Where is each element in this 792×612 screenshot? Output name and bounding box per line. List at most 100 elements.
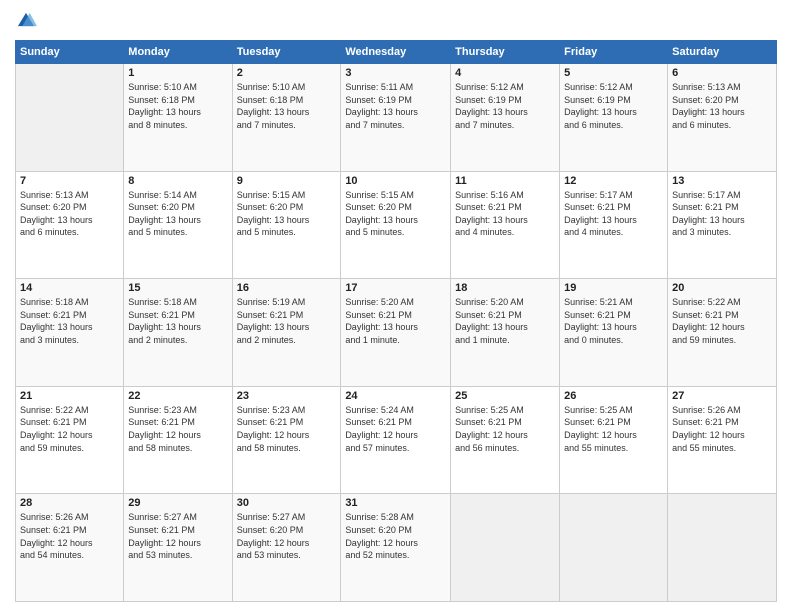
cell-content: Sunrise: 5:10 AM Sunset: 6:18 PM Dayligh… (237, 81, 337, 131)
calendar-cell: 1Sunrise: 5:10 AM Sunset: 6:18 PM Daylig… (124, 64, 232, 172)
cell-content: Sunrise: 5:27 AM Sunset: 6:21 PM Dayligh… (128, 511, 227, 561)
weekday-tuesday: Tuesday (232, 41, 341, 64)
calendar-cell: 28 Sunrise: 5:26 AM Sunset: 6:21 PM Dayli… (16, 494, 124, 602)
calendar-cell (451, 494, 560, 602)
cell-content: Sunrise: 5:18 AM Sunset: 6:21 PM Dayligh… (128, 296, 227, 346)
calendar-cell: 21Sunrise: 5:22 AM Sunset: 6:21 PM Dayli… (16, 386, 124, 494)
day-number: 22 (128, 390, 227, 402)
cell-content: Sunrise: 5:15 AM Sunset: 6:20 PM Dayligh… (237, 189, 337, 239)
calendar-cell: 19 Sunrise: 5:21 AM Sunset: 6:21 PM Dayli… (560, 279, 668, 387)
cell-content: Sunrise: 5:26 AM Sunset: 6:21 PM Dayligh… (20, 511, 119, 561)
weekday-header-row: SundayMondayTuesdayWednesdayThursdayFrid… (16, 41, 777, 64)
cell-content: Sunrise: 5:26 AM Sunset: 6:21 PM Dayligh… (672, 404, 772, 454)
calendar-cell: 17 Sunrise: 5:20 AM Sunset: 6:21 PM Dayli… (341, 279, 451, 387)
calendar-cell: 13 Sunrise: 5:17 AM Sunset: 6:21 PM Dayli… (668, 171, 777, 279)
day-number: 13 (672, 175, 772, 187)
cell-content: Sunrise: 5:17 AM Sunset: 6:21 PM Dayligh… (672, 189, 772, 239)
calendar-cell: 6 Sunrise: 5:13 AM Sunset: 6:20 PM Daylig… (668, 64, 777, 172)
day-number: 11 (455, 175, 555, 187)
calendar-cell: 4Sunrise: 5:12 AM Sunset: 6:19 PM Daylig… (451, 64, 560, 172)
day-number: 15 (128, 282, 227, 294)
day-number: 30 (237, 497, 337, 509)
calendar-cell (16, 64, 124, 172)
cell-content: Sunrise: 5:11 AM Sunset: 6:19 PM Dayligh… (345, 81, 446, 131)
logo (15, 10, 41, 32)
calendar-cell (668, 494, 777, 602)
calendar-cell: 26Sunrise: 5:25 AM Sunset: 6:21 PM Dayli… (560, 386, 668, 494)
calendar-cell (560, 494, 668, 602)
cell-content: Sunrise: 5:15 AM Sunset: 6:20 PM Dayligh… (345, 189, 446, 239)
calendar-cell: 16 Sunrise: 5:19 AM Sunset: 6:21 PM Dayli… (232, 279, 341, 387)
cell-content: Sunrise: 5:23 AM Sunset: 6:21 PM Dayligh… (128, 404, 227, 454)
day-number: 29 (128, 497, 227, 509)
calendar-cell: 25 Sunrise: 5:25 AM Sunset: 6:21 PM Dayli… (451, 386, 560, 494)
day-number: 17 (345, 282, 446, 294)
calendar-cell: 29 Sunrise: 5:27 AM Sunset: 6:21 PM Dayli… (124, 494, 232, 602)
day-number: 24 (345, 390, 446, 402)
cell-content: Sunrise: 5:16 AM Sunset: 6:21 PM Dayligh… (455, 189, 555, 239)
calendar-table: SundayMondayTuesdayWednesdayThursdayFrid… (15, 40, 777, 602)
day-number: 16 (237, 282, 337, 294)
page: SundayMondayTuesdayWednesdayThursdayFrid… (0, 0, 792, 612)
calendar-cell: 15 Sunrise: 5:18 AM Sunset: 6:21 PM Dayli… (124, 279, 232, 387)
day-number: 20 (672, 282, 772, 294)
calendar-cell: 10 Sunrise: 5:15 AM Sunset: 6:20 PM Dayli… (341, 171, 451, 279)
day-number: 25 (455, 390, 555, 402)
day-number: 31 (345, 497, 446, 509)
day-number: 18 (455, 282, 555, 294)
weekday-wednesday: Wednesday (341, 41, 451, 64)
cell-content: Sunrise: 5:17 AM Sunset: 6:21 PM Dayligh… (564, 189, 663, 239)
calendar-cell: 8 Sunrise: 5:14 AM Sunset: 6:20 PM Daylig… (124, 171, 232, 279)
day-number: 14 (20, 282, 119, 294)
cell-content: Sunrise: 5:12 AM Sunset: 6:19 PM Dayligh… (455, 81, 555, 131)
day-number: 8 (128, 175, 227, 187)
calendar-cell: 31Sunrise: 5:28 AM Sunset: 6:20 PM Dayli… (341, 494, 451, 602)
cell-content: Sunrise: 5:21 AM Sunset: 6:21 PM Dayligh… (564, 296, 663, 346)
week-row-2: 14 Sunrise: 5:18 AM Sunset: 6:21 PM Dayli… (16, 279, 777, 387)
week-row-3: 21Sunrise: 5:22 AM Sunset: 6:21 PM Dayli… (16, 386, 777, 494)
calendar-cell: 3 Sunrise: 5:11 AM Sunset: 6:19 PM Daylig… (341, 64, 451, 172)
cell-content: Sunrise: 5:25 AM Sunset: 6:21 PM Dayligh… (455, 404, 555, 454)
day-number: 7 (20, 175, 119, 187)
cell-content: Sunrise: 5:10 AM Sunset: 6:18 PM Dayligh… (128, 81, 227, 131)
cell-content: Sunrise: 5:14 AM Sunset: 6:20 PM Dayligh… (128, 189, 227, 239)
cell-content: Sunrise: 5:13 AM Sunset: 6:20 PM Dayligh… (20, 189, 119, 239)
calendar-cell: 23Sunrise: 5:23 AM Sunset: 6:21 PM Dayli… (232, 386, 341, 494)
calendar-cell: 14 Sunrise: 5:18 AM Sunset: 6:21 PM Dayli… (16, 279, 124, 387)
day-number: 27 (672, 390, 772, 402)
calendar-cell: 5Sunrise: 5:12 AM Sunset: 6:19 PM Daylig… (560, 64, 668, 172)
calendar-cell: 22 Sunrise: 5:23 AM Sunset: 6:21 PM Dayli… (124, 386, 232, 494)
calendar-cell: 7 Sunrise: 5:13 AM Sunset: 6:20 PM Daylig… (16, 171, 124, 279)
cell-content: Sunrise: 5:18 AM Sunset: 6:21 PM Dayligh… (20, 296, 119, 346)
week-row-1: 7 Sunrise: 5:13 AM Sunset: 6:20 PM Daylig… (16, 171, 777, 279)
day-number: 21 (20, 390, 119, 402)
calendar-cell: 11 Sunrise: 5:16 AM Sunset: 6:21 PM Dayli… (451, 171, 560, 279)
week-row-0: 1Sunrise: 5:10 AM Sunset: 6:18 PM Daylig… (16, 64, 777, 172)
cell-content: Sunrise: 5:19 AM Sunset: 6:21 PM Dayligh… (237, 296, 337, 346)
calendar-cell: 12 Sunrise: 5:17 AM Sunset: 6:21 PM Dayli… (560, 171, 668, 279)
day-number: 5 (564, 67, 663, 79)
calendar-cell: 27 Sunrise: 5:26 AM Sunset: 6:21 PM Dayli… (668, 386, 777, 494)
cell-content: Sunrise: 5:24 AM Sunset: 6:21 PM Dayligh… (345, 404, 446, 454)
logo-icon (15, 10, 37, 32)
day-number: 6 (672, 67, 772, 79)
day-number: 9 (237, 175, 337, 187)
cell-content: Sunrise: 5:13 AM Sunset: 6:20 PM Dayligh… (672, 81, 772, 131)
cell-content: Sunrise: 5:22 AM Sunset: 6:21 PM Dayligh… (672, 296, 772, 346)
calendar-cell: 2Sunrise: 5:10 AM Sunset: 6:18 PM Daylig… (232, 64, 341, 172)
day-number: 28 (20, 497, 119, 509)
calendar-cell: 20 Sunrise: 5:22 AM Sunset: 6:21 PM Dayli… (668, 279, 777, 387)
cell-content: Sunrise: 5:25 AM Sunset: 6:21 PM Dayligh… (564, 404, 663, 454)
day-number: 12 (564, 175, 663, 187)
day-number: 3 (345, 67, 446, 79)
calendar-cell: 24 Sunrise: 5:24 AM Sunset: 6:21 PM Dayli… (341, 386, 451, 494)
cell-content: Sunrise: 5:20 AM Sunset: 6:21 PM Dayligh… (345, 296, 446, 346)
week-row-4: 28 Sunrise: 5:26 AM Sunset: 6:21 PM Dayli… (16, 494, 777, 602)
day-number: 10 (345, 175, 446, 187)
calendar-cell: 30Sunrise: 5:27 AM Sunset: 6:20 PM Dayli… (232, 494, 341, 602)
weekday-thursday: Thursday (451, 41, 560, 64)
day-number: 19 (564, 282, 663, 294)
calendar-cell: 9 Sunrise: 5:15 AM Sunset: 6:20 PM Daylig… (232, 171, 341, 279)
header (15, 10, 777, 32)
weekday-sunday: Sunday (16, 41, 124, 64)
